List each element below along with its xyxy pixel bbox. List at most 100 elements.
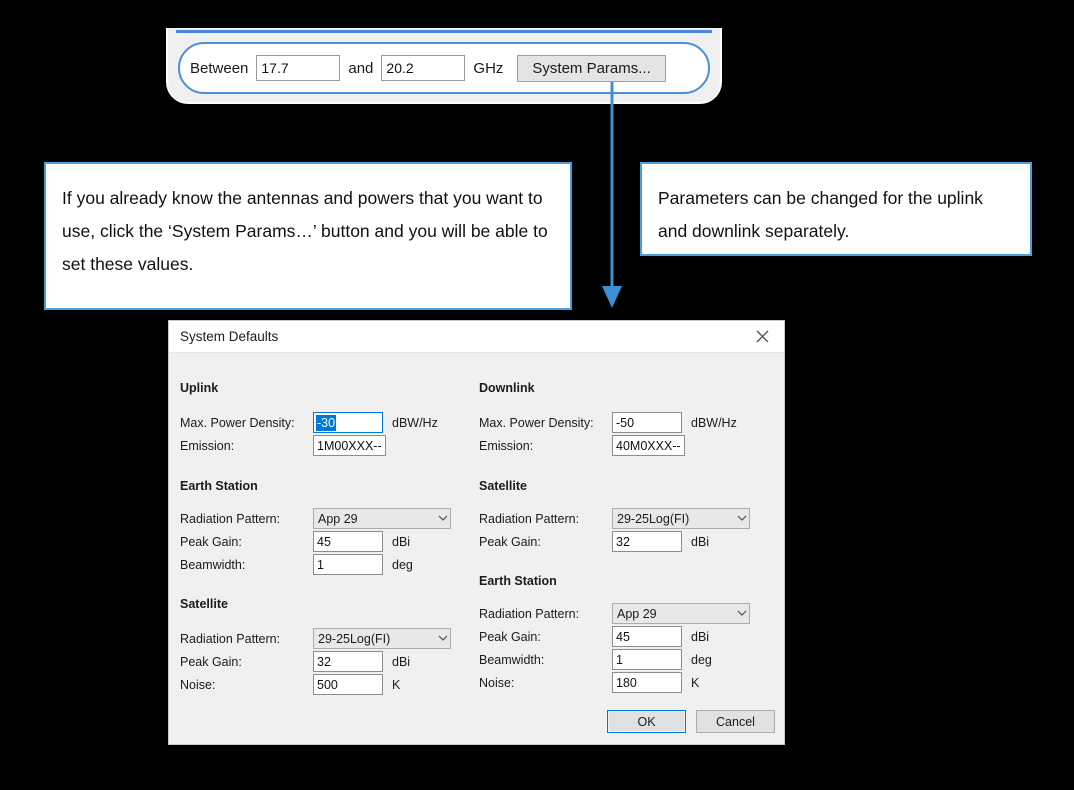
field-row-uplink-emission: Emission: 1M00XXX-- — [180, 434, 480, 457]
field-row-uplink-satellite-radiation-pattern: Radiation Pattern: 29-25Log(FI) — [180, 627, 480, 650]
between-label: Between — [190, 59, 249, 77]
frequency-unit-label: GHz — [473, 59, 504, 77]
cancel-button[interactable]: Cancel — [696, 710, 775, 733]
field-label-emission: Emission: — [479, 438, 534, 453]
unit-label-peak-gain: dBi — [392, 654, 411, 669]
field-label-max-power-density: Max. Power Density: — [180, 415, 295, 430]
combo-uplink-satellite-radiation-pattern[interactable]: 29-25Log(FI) — [313, 628, 451, 649]
combo-downlink-earth-station-radiation-pattern[interactable]: App 29 — [612, 603, 750, 624]
unit-label-max-power-density: dBW/Hz — [691, 415, 737, 430]
unit-label-beamwidth: deg — [691, 652, 712, 667]
uplink-column: Uplink Max. Power Density: -30 dBW/Hz Emissi… — [180, 353, 480, 696]
combo-value: 29-25Log(FI) — [318, 631, 391, 646]
unit-label-peak-gain: dBi — [691, 629, 710, 644]
field-row-downlink-earth-station-beamwidth: Beamwidth: 1 deg — [479, 648, 779, 671]
unit-label-noise: K — [691, 675, 700, 690]
input-uplink-earth-station-peak-gain[interactable]: 45 — [313, 531, 383, 552]
field-label-peak-gain: Peak Gain: — [479, 629, 541, 644]
field-label-noise: Noise: — [479, 675, 515, 690]
selected-text: -30 — [316, 414, 337, 431]
system-params-button[interactable]: System Params... — [517, 54, 666, 82]
input-uplink-satellite-peak-gain[interactable]: 32 — [313, 651, 383, 672]
annotation-left-text: If you already know the antennas and pow… — [62, 188, 548, 274]
field-row-downlink-earth-station-radiation-pattern: Radiation Pattern: App 29 — [479, 602, 779, 625]
field-row-downlink-earth-station-noise: Noise: 180 K — [479, 671, 779, 694]
input-downlink-earth-station-noise[interactable]: 180 — [612, 672, 682, 693]
frequency-high-input[interactable]: 20.2 — [381, 55, 466, 81]
chevron-down-icon — [737, 610, 747, 617]
field-label-peak-gain: Peak Gain: — [180, 534, 242, 549]
input-downlink-max-power-density[interactable]: -50 — [612, 412, 682, 433]
combo-value: 29-25Log(FI) — [617, 511, 690, 526]
annotation-box-left: If you already know the antennas and pow… — [44, 162, 572, 310]
chevron-down-icon — [737, 515, 747, 522]
and-label: and — [348, 59, 374, 77]
field-label-max-power-density: Max. Power Density: — [479, 415, 594, 430]
field-label-radiation-pattern: Radiation Pattern: — [479, 606, 580, 621]
field-label-radiation-pattern: Radiation Pattern: — [180, 631, 281, 646]
input-uplink-satellite-noise[interactable]: 500 — [313, 674, 383, 695]
dialog-titlebar: System Defaults — [169, 321, 784, 353]
field-label-noise: Noise: — [180, 677, 216, 692]
input-uplink-emission[interactable]: 1M00XXX-- — [313, 435, 386, 456]
field-label-radiation-pattern: Radiation Pattern: — [180, 511, 281, 526]
chevron-down-icon — [438, 515, 448, 522]
field-row-uplink-satellite-peak-gain: Peak Gain: 32 dBi — [180, 650, 480, 673]
ok-button[interactable]: OK — [607, 710, 686, 733]
unit-label-beamwidth: deg — [392, 557, 413, 572]
field-label-peak-gain: Peak Gain: — [180, 654, 242, 669]
chevron-down-icon — [438, 635, 448, 642]
input-downlink-satellite-peak-gain[interactable]: 32 — [612, 531, 682, 552]
group-heading-uplink-earth-station: Earth Station — [180, 479, 258, 493]
dialog-title: System Defaults — [180, 329, 279, 344]
field-row-downlink-satellite-peak-gain: Peak Gain: 32 dBi — [479, 530, 779, 553]
combo-value: App 29 — [318, 511, 358, 526]
field-row-uplink-satellite-noise: Noise: 500 K — [180, 673, 480, 696]
input-uplink-earth-station-beamwidth[interactable]: 1 — [313, 554, 383, 575]
field-row-downlink-satellite-radiation-pattern: Radiation Pattern: 29-25Log(FI) — [479, 507, 779, 530]
callout-arrow — [602, 82, 622, 308]
field-row-uplink-earth-station-beamwidth: Beamwidth: 1 deg — [180, 553, 480, 576]
input-uplink-max-power-density[interactable]: -30 — [313, 412, 383, 433]
input-downlink-earth-station-beamwidth[interactable]: 1 — [612, 649, 682, 670]
field-row-downlink-max-power-density: Max. Power Density: -50 dBW/Hz — [479, 411, 779, 434]
field-row-uplink-earth-station-peak-gain: Peak Gain: 45 dBi — [180, 530, 480, 553]
toolbar-top-divider — [176, 30, 712, 33]
field-label-beamwidth: Beamwidth: — [479, 652, 545, 667]
combo-downlink-satellite-radiation-pattern[interactable]: 29-25Log(FI) — [612, 508, 750, 529]
field-row-uplink-max-power-density: Max. Power Density: -30 dBW/Hz — [180, 411, 480, 434]
group-heading-downlink-satellite: Satellite — [479, 479, 527, 493]
input-downlink-emission[interactable]: 40M0XXX-- — [612, 435, 685, 456]
unit-label-peak-gain: dBi — [392, 534, 411, 549]
unit-label-peak-gain: dBi — [691, 534, 710, 549]
input-downlink-earth-station-peak-gain[interactable]: 45 — [612, 626, 682, 647]
field-label-peak-gain: Peak Gain: — [479, 534, 541, 549]
downlink-column: Downlink Max. Power Density: -50 dBW/Hz Emis… — [479, 353, 779, 694]
frequency-low-input[interactable]: 17.7 — [256, 55, 341, 81]
field-row-downlink-earth-station-peak-gain: Peak Gain: 45 dBi — [479, 625, 779, 648]
annotation-box-right: Parameters can be changed for the uplink… — [640, 162, 1032, 256]
dialog-body: Uplink Max. Power Density: -30 dBW/Hz Emissi… — [169, 353, 784, 745]
unit-label-noise: K — [392, 677, 401, 692]
group-heading-downlink-earth-station: Earth Station — [479, 574, 557, 588]
combo-uplink-earth-station-radiation-pattern[interactable]: App 29 — [313, 508, 451, 529]
system-defaults-dialog: System Defaults Uplink Max. Power Density… — [168, 320, 785, 745]
field-label-emission: Emission: — [180, 438, 235, 453]
annotation-right-text: Parameters can be changed for the uplink… — [658, 188, 983, 241]
field-label-beamwidth: Beamwidth: — [180, 557, 246, 572]
combo-value: App 29 — [617, 606, 657, 621]
unit-label-max-power-density: dBW/Hz — [392, 415, 438, 430]
close-icon[interactable] — [740, 321, 784, 352]
field-label-radiation-pattern: Radiation Pattern: — [479, 511, 580, 526]
